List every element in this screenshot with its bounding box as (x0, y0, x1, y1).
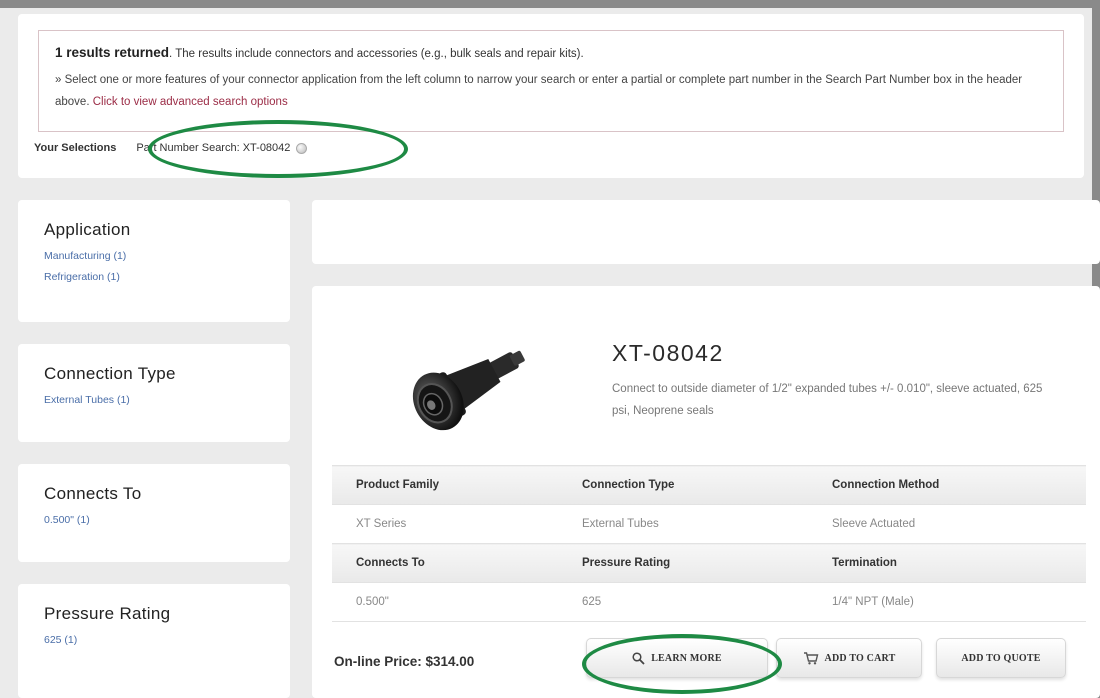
add-to-cart-label: ADD TO CART (824, 652, 896, 664)
results-summary: . The results include connectors and acc… (169, 48, 584, 60)
product-image[interactable] (378, 334, 550, 446)
highlight-circle-learn-more (582, 634, 782, 694)
spec-header-row: Product Family Connection Type Connectio… (332, 465, 1086, 505)
spec-header: Connection Type (558, 465, 808, 505)
advanced-search-link[interactable]: Click to view advanced search options (93, 96, 288, 108)
facet-title: Connection Type (44, 364, 176, 383)
spec-value: 1/4" NPT (Male) (808, 582, 1086, 622)
spec-header: Pressure Rating (558, 543, 808, 583)
add-to-cart-button[interactable]: ADD TO CART (776, 638, 922, 678)
facet-link-external-tubes[interactable]: External Tubes (1) (44, 393, 290, 407)
spec-value: External Tubes (558, 504, 808, 544)
window-frame-top (0, 0, 1100, 8)
facet-link-0500[interactable]: 0.500" (1) (44, 513, 290, 527)
results-summary-box: 1 results returned. The results include … (38, 30, 1064, 132)
spec-value: 625 (558, 582, 808, 622)
product-title[interactable]: XT-08042 (612, 340, 724, 367)
spec-value: XT Series (332, 504, 558, 544)
add-to-quote-label: ADD TO QUOTE (961, 652, 1041, 664)
highlight-circle-selection (148, 120, 408, 178)
facet-title: Application (44, 220, 131, 239)
spec-header: Connection Method (808, 465, 1086, 505)
facet-connection-type: Connection Type External Tubes (1) (18, 344, 290, 442)
spec-header-row: Connects To Pressure Rating Termination (332, 543, 1086, 583)
facet-pressure-rating: Pressure Rating 625 (1) (18, 584, 290, 698)
spec-value: Sleeve Actuated (808, 504, 1086, 544)
spec-table: Product Family Connection Type Connectio… (332, 465, 1086, 622)
facet-link-refrigeration[interactable]: Refrigeration (1) (44, 270, 290, 284)
cart-icon (803, 651, 819, 665)
online-price: On-line Price: $314.00 (334, 654, 475, 669)
product-description: Connect to outside diameter of 1/2" expa… (612, 383, 1043, 417)
facet-title: Pressure Rating (44, 604, 171, 623)
spec-value-row: XT Series External Tubes Sleeve Actuated (332, 504, 1086, 544)
spec-header: Termination (808, 543, 1086, 583)
spec-value: 0.500" (332, 582, 558, 622)
spec-header: Connects To (332, 543, 558, 583)
facet-application: Application Manufacturing (1) Refrigerat… (18, 200, 290, 322)
add-to-quote-button[interactable]: ADD TO QUOTE (936, 638, 1066, 678)
facet-connects-to: Connects To 0.500" (1) (18, 464, 290, 562)
facet-link-625[interactable]: 625 (1) (44, 633, 290, 647)
facet-link-manufacturing[interactable]: Manufacturing (1) (44, 249, 290, 263)
results-count: 1 results returned (55, 45, 170, 60)
results-toolbar-panel (312, 200, 1100, 264)
spec-header: Product Family (332, 465, 558, 505)
facet-title: Connects To (44, 484, 142, 503)
spec-value-row: 0.500" 625 1/4" NPT (Male) (332, 582, 1086, 622)
selections-label: Your Selections (34, 142, 117, 154)
